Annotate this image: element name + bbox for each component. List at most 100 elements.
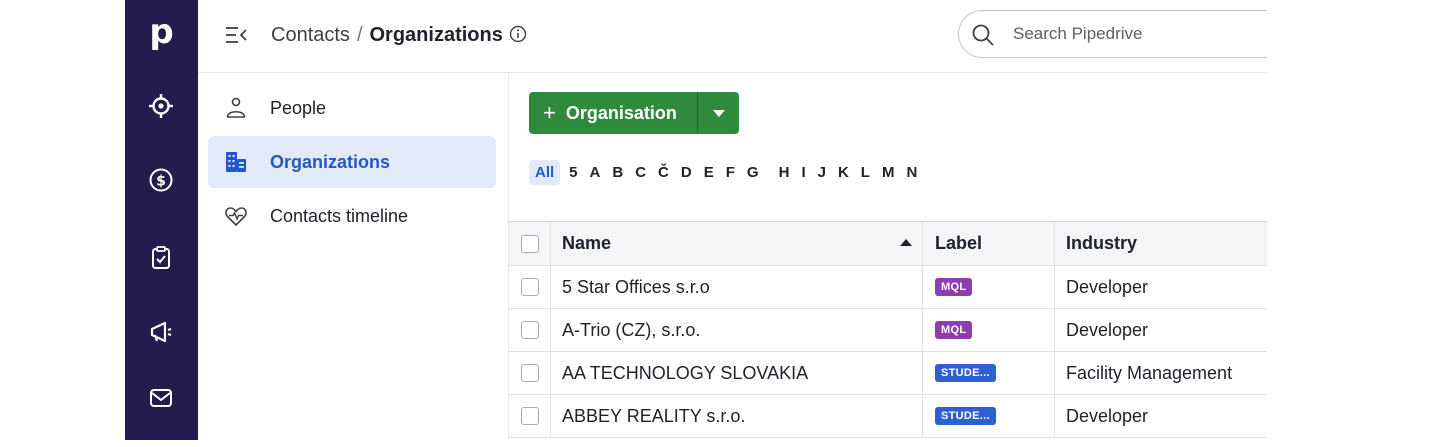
megaphone-icon[interactable] bbox=[147, 318, 175, 346]
alphabet-letter[interactable]: All bbox=[529, 159, 561, 185]
cell-industry[interactable]: Developer bbox=[1055, 309, 1267, 351]
alphabet-letter[interactable]: B bbox=[612, 164, 623, 181]
alphabet-letter[interactable]: E bbox=[704, 164, 714, 181]
cell-name[interactable]: ABBEY REALITY s.r.o. bbox=[551, 395, 923, 437]
breadcrumb-contacts[interactable]: Contacts bbox=[271, 24, 350, 46]
industry-value: Facility Management bbox=[1066, 362, 1233, 383]
industry-value: Developer bbox=[1066, 405, 1149, 426]
column-header-name[interactable]: Name bbox=[551, 222, 923, 265]
add-organisation-button[interactable]: + Organisation bbox=[529, 92, 697, 134]
column-header-label: Label bbox=[935, 233, 983, 253]
label-badge: MQL bbox=[935, 278, 973, 296]
search-icon bbox=[971, 23, 995, 47]
add-options-dropdown-button[interactable] bbox=[696, 92, 739, 134]
cell-label[interactable]: MQL bbox=[923, 309, 1055, 351]
sort-ascending-icon bbox=[900, 239, 912, 246]
cell-industry[interactable]: Facility Management bbox=[1055, 352, 1267, 394]
alphabet-letter[interactable]: G bbox=[747, 164, 759, 181]
column-header-industry[interactable]: Industry bbox=[1055, 222, 1267, 265]
table-row[interactable]: A-Trio (CZ), s.r.o. MQL Developer bbox=[509, 309, 1267, 352]
top-header: Contacts / Organizations bbox=[198, 0, 1267, 73]
column-header-label: Industry bbox=[1066, 233, 1138, 253]
cell-name[interactable]: AA TECHNOLOGY SLOVAKIA bbox=[551, 352, 923, 394]
nav-rail: p $ bbox=[125, 0, 198, 440]
add-organisation-label: Organisation bbox=[565, 103, 677, 123]
sidebar-item-organizations[interactable]: Organizations bbox=[208, 136, 496, 188]
app-window: p $ Contacts / Organizations Search Pipe… bbox=[125, 0, 1267, 440]
table-row[interactable]: ABBEY REALITY s.r.o. STUDE... Developer bbox=[509, 395, 1267, 438]
cell-industry[interactable]: Developer bbox=[1055, 395, 1267, 437]
select-all-checkbox[interactable] bbox=[520, 234, 539, 253]
alphabet-letter[interactable]: F bbox=[726, 164, 735, 181]
table-row[interactable]: AA TECHNOLOGY SLOVAKIA STUDE... Facility M… bbox=[509, 352, 1267, 395]
organization-name-link[interactable]: ABBEY REALITY s.r.o. bbox=[562, 406, 745, 427]
clipboard-check-icon[interactable] bbox=[147, 244, 175, 272]
label-badge: STUDE... bbox=[935, 407, 996, 425]
alphabet-letter[interactable]: 5 bbox=[569, 164, 577, 181]
cell-name[interactable]: A-Trio (CZ), s.r.o. bbox=[551, 309, 923, 351]
alphabet-letter[interactable]: C bbox=[635, 164, 646, 181]
table-row[interactable]: 5 Star Offices s.r.o MQL Developer bbox=[509, 266, 1267, 309]
row-select-cell bbox=[509, 309, 551, 351]
alphabet-letter[interactable]: K bbox=[838, 164, 849, 181]
sidebar-item-contacts-timeline[interactable]: Contacts timeline bbox=[208, 190, 496, 242]
cell-name[interactable]: 5 Star Offices s.r.o bbox=[551, 266, 923, 308]
label-badge: STUDE... bbox=[935, 364, 996, 382]
breadcrumb-separator: / bbox=[356, 24, 363, 46]
industry-value: Developer bbox=[1066, 276, 1149, 297]
cell-label[interactable]: STUDE... bbox=[923, 352, 1055, 394]
sidebar-collapse-icon[interactable] bbox=[224, 24, 248, 46]
alphabet-letter[interactable]: M bbox=[882, 164, 895, 181]
contacts-sidebar: People Organizations Contacts timeline bbox=[198, 73, 509, 440]
main-content: + Organisation All 5 A B C Č D E F G H I J K L M N Name L… bbox=[509, 73, 1267, 440]
dollar-icon[interactable]: $ bbox=[147, 166, 175, 194]
pipedrive-logo[interactable]: p bbox=[125, 12, 198, 52]
column-header-label-col[interactable]: Label bbox=[923, 222, 1055, 265]
alphabet-letter[interactable]: Č bbox=[658, 164, 669, 181]
search-box[interactable] bbox=[958, 10, 1267, 58]
row-checkbox[interactable] bbox=[520, 364, 539, 382]
heart-pulse-icon bbox=[224, 204, 248, 228]
page-title: Organizations bbox=[369, 24, 503, 46]
target-icon[interactable] bbox=[147, 92, 175, 120]
sidebar-item-label: People bbox=[270, 98, 327, 118]
breadcrumb: Contacts / Organizations bbox=[271, 21, 527, 49]
alphabet-letter[interactable]: L bbox=[861, 164, 870, 181]
alphabet-letter[interactable]: A bbox=[590, 164, 601, 181]
alphabet-filter: All 5 A B C Č D E F G H I J K L M N bbox=[529, 157, 929, 187]
search-input[interactable] bbox=[1011, 23, 1267, 45]
alphabet-letter[interactable]: J bbox=[818, 164, 826, 181]
organization-name-link[interactable]: 5 Star Offices s.r.o bbox=[562, 277, 710, 298]
sidebar-item-label: Contacts timeline bbox=[270, 206, 409, 226]
sidebar-item-label: Organizations bbox=[270, 152, 391, 172]
row-checkbox[interactable] bbox=[520, 407, 539, 425]
info-icon[interactable] bbox=[509, 23, 527, 43]
plus-icon: + bbox=[543, 100, 556, 125]
organization-name-link[interactable]: A-Trio (CZ), s.r.o. bbox=[562, 320, 700, 341]
alphabet-letter[interactable]: H bbox=[779, 164, 790, 181]
sidebar-item-people[interactable]: People bbox=[208, 82, 496, 134]
row-select-cell bbox=[509, 395, 551, 437]
select-all-cell bbox=[509, 222, 551, 265]
add-organisation-split-button: + Organisation bbox=[529, 92, 739, 134]
table-header-row: Name Label Industry bbox=[509, 222, 1267, 266]
alphabet-letter[interactable]: I bbox=[801, 164, 805, 181]
mail-icon[interactable] bbox=[147, 384, 175, 412]
row-checkbox[interactable] bbox=[520, 278, 539, 296]
row-select-cell bbox=[509, 352, 551, 394]
building-icon bbox=[224, 150, 248, 174]
industry-value: Developer bbox=[1066, 319, 1149, 340]
row-select-cell bbox=[509, 266, 551, 308]
alphabet-letter[interactable]: N bbox=[906, 164, 917, 181]
organization-name-link[interactable]: AA TECHNOLOGY SLOVAKIA bbox=[562, 363, 808, 384]
organizations-table: Name Label Industry 5 Star Offices s.r.o… bbox=[509, 221, 1267, 438]
svg-text:$: $ bbox=[156, 174, 166, 190]
cell-industry[interactable]: Developer bbox=[1055, 266, 1267, 308]
column-header-label: Name bbox=[562, 233, 612, 253]
cell-label[interactable]: STUDE... bbox=[923, 395, 1055, 437]
person-icon bbox=[224, 96, 248, 120]
row-checkbox[interactable] bbox=[520, 321, 539, 339]
cell-label[interactable]: MQL bbox=[923, 266, 1055, 308]
alphabet-letter[interactable]: D bbox=[681, 164, 692, 181]
label-badge: MQL bbox=[935, 321, 973, 339]
